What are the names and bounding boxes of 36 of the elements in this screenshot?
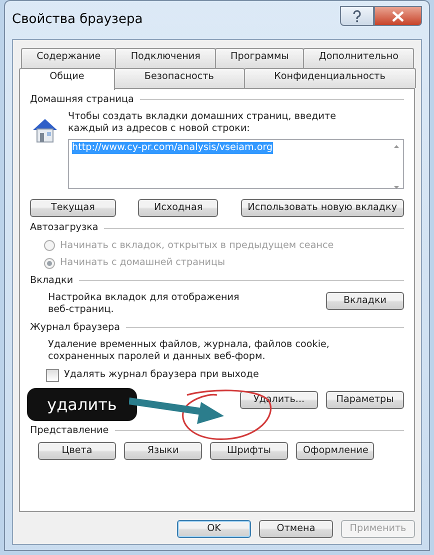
tab[interactable]: Безопасность (114, 68, 245, 88)
checkbox[interactable] (46, 368, 59, 382)
tab[interactable]: Программы (214, 48, 304, 68)
section-heading: Автозагрузка (30, 222, 98, 234)
section-heading: Представление (30, 424, 109, 437)
section-heading: Журнал браузера (30, 322, 120, 334)
window-title: Свойства браузера (12, 12, 143, 28)
button[interactable]: Использовать новую вкладку (240, 198, 404, 217)
button[interactable]: Отмена (259, 520, 333, 538)
callout-label: удалить (27, 388, 137, 421)
button[interactable]: Языки (124, 442, 202, 460)
checkbox-label: Удалять журнал браузера при выходе (64, 369, 259, 382)
close-icon (392, 10, 404, 22)
button[interactable]: Исходная (138, 198, 218, 217)
button[interactable]: OK (177, 520, 251, 538)
tabs-button[interactable]: Вкладки (326, 292, 404, 310)
tab[interactable]: Конфиденциальность (244, 68, 416, 88)
tab[interactable]: Общие (19, 68, 115, 90)
description-text: Удаление временных файлов, журнала, файлов cookie, сохраненных паролей и данных веб-форм. (47, 339, 330, 364)
description-text: Чтобы создать вкладки домашних страниц, введите каждый из адресов с новой строки: (68, 111, 337, 136)
section-heading: Домашняя страница (30, 94, 134, 106)
radio-label: Начинать с домашней страницы (60, 257, 226, 270)
description-text: Настройка вкладок для отображения веб-страниц. (48, 292, 240, 316)
tab[interactable]: Дополнительно (303, 48, 414, 68)
tab[interactable]: Подключения (115, 48, 216, 68)
button[interactable]: Шрифты (210, 442, 288, 460)
close-button[interactable] (374, 6, 422, 26)
help-icon (352, 10, 362, 22)
button[interactable]: Цвета (38, 442, 116, 460)
tab[interactable]: Содержание (21, 48, 116, 68)
button[interactable]: Параметры (326, 391, 404, 410)
help-button[interactable] (340, 6, 374, 26)
section-heading: Вкладки (30, 274, 74, 287)
button[interactable]: Текущая (30, 198, 116, 217)
radio-label: Начинать с вкладок, открытых в предыдущем сеансе (60, 240, 334, 252)
button[interactable]: Оформление (296, 442, 374, 460)
